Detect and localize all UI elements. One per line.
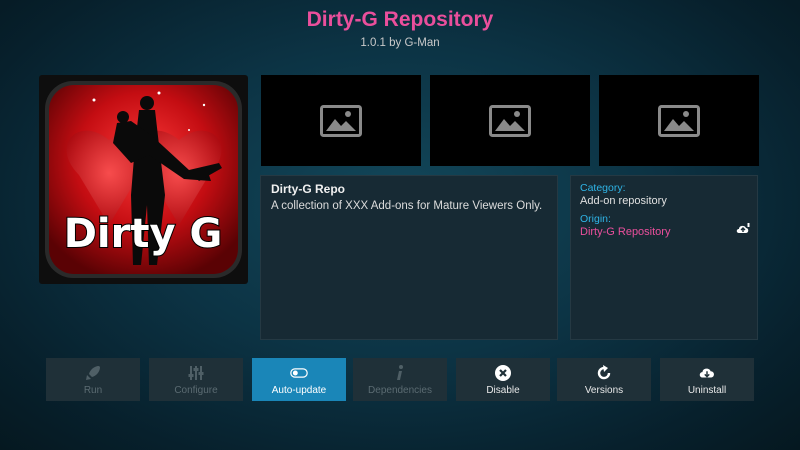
run-label: Run — [83, 384, 103, 396]
addon-title: Dirty-G Repository — [306, 8, 494, 31]
versions-button[interactable]: Versions — [557, 358, 651, 401]
refresh-icon — [595, 364, 613, 382]
uninstall-label: Uninstall — [687, 384, 727, 396]
cloud-download-icon — [698, 364, 716, 382]
info-panel: Category: Add-on repository Origin: Dirt… — [570, 175, 758, 340]
auto-update-button[interactable]: Auto-update — [252, 358, 346, 401]
configure-button[interactable]: Configure — [149, 358, 243, 401]
description-panel: Dirty-G Repo A collection of XXX Add-ons… — [260, 175, 558, 340]
addon-logo-image: Dirty G — [45, 81, 242, 278]
image-placeholder-icon — [658, 104, 700, 137]
addon-version-author: 1.0.1 by G-Man — [360, 37, 440, 49]
logo-text: Dirty G — [64, 211, 223, 257]
disable-label: Disable — [486, 384, 520, 396]
sliders-icon — [187, 364, 205, 382]
disable-button[interactable]: Disable — [456, 358, 550, 401]
image-placeholder-icon — [489, 104, 531, 137]
origin-value: Dirty-G Repository — [580, 226, 671, 238]
rocket-icon — [84, 364, 102, 382]
description-title: Dirty-G Repo — [271, 182, 346, 196]
auto-update-label: Auto-update — [271, 384, 327, 396]
image-placeholder-icon — [320, 104, 362, 137]
versions-label: Versions — [584, 384, 624, 396]
cloud-upload-icon — [736, 223, 750, 233]
category-label: Category: — [580, 182, 626, 194]
configure-label: Configure — [174, 384, 218, 396]
uninstall-button[interactable]: Uninstall — [660, 358, 754, 401]
description-text: A collection of XXX Add-ons for Mature V… — [271, 200, 543, 212]
screenshot-thumbnail-3[interactable] — [599, 75, 759, 166]
screenshot-thumbnail-2[interactable] — [430, 75, 590, 166]
addon-poster: Dirty G — [39, 75, 248, 284]
info-icon — [391, 364, 409, 382]
toggle-icon — [290, 364, 308, 382]
dependencies-label: Dependencies — [368, 384, 432, 396]
screenshot-thumbnail-1[interactable] — [261, 75, 421, 166]
category-value: Add-on repository — [580, 195, 667, 207]
close-circle-icon — [494, 364, 512, 382]
origin-label: Origin: — [580, 213, 611, 225]
run-button[interactable]: Run — [46, 358, 140, 401]
dependencies-button[interactable]: Dependencies — [353, 358, 447, 401]
